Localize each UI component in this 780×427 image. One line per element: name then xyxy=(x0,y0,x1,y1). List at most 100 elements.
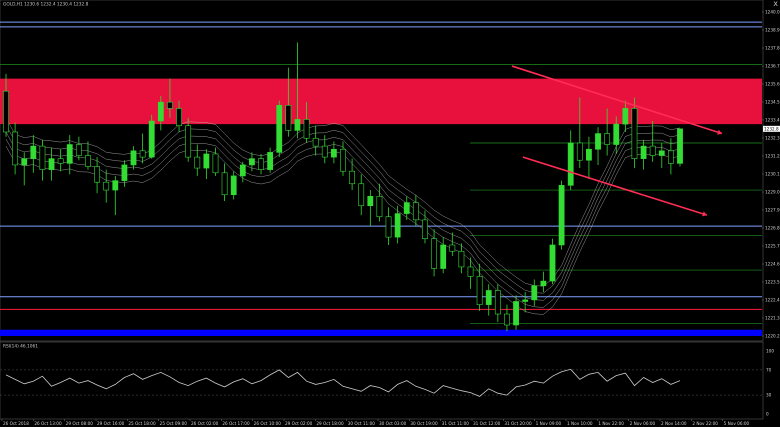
candle-body xyxy=(112,180,119,191)
time-tick-label: 29 Oct 16:00 xyxy=(97,421,125,426)
price-tick-label: 1237.8 xyxy=(765,45,780,50)
time-tick-label: 26 Oct 02:00 xyxy=(191,421,219,426)
price-tick-label: 1223.5 xyxy=(765,279,780,284)
price-panel[interactable] xyxy=(0,0,764,342)
candle-body xyxy=(230,175,237,196)
time-tick-label: 31 Oct 12:00 xyxy=(473,421,501,426)
price-tick-label: 1231.2 xyxy=(765,153,780,158)
candle-body xyxy=(3,90,9,133)
price-tick-label: 1238.9 xyxy=(765,27,780,32)
candle-body xyxy=(385,216,392,238)
candle-body xyxy=(176,108,182,127)
candle-body xyxy=(276,105,283,153)
candle-body xyxy=(549,244,556,282)
current-price-label: 1232.8 xyxy=(764,126,779,131)
candle-body xyxy=(658,150,665,156)
candle-body xyxy=(130,150,137,166)
chart-window[interactable]: 1240.0 1238.9 1237.8 1236.7 1235.6 1234.5 1233… xyxy=(0,0,780,427)
time-tick-label: 29 Oct 02:00 xyxy=(285,421,313,426)
close-icon[interactable]: x xyxy=(773,0,778,8)
candle-body xyxy=(476,276,483,305)
candle-body xyxy=(94,166,100,183)
candle-body xyxy=(330,148,337,158)
price-tick-label: 1225.7 xyxy=(765,243,780,248)
time-tick-label: 31 Oct 20:00 xyxy=(504,421,532,426)
candle-body xyxy=(194,156,201,169)
candle-body xyxy=(485,290,492,305)
candle-body xyxy=(39,145,46,170)
candle-body xyxy=(294,119,301,131)
time-tick-label: 26 Oct 13:00 xyxy=(34,421,62,426)
candle-body xyxy=(103,181,110,191)
candle-body xyxy=(513,301,519,326)
candle-body xyxy=(394,213,401,238)
candle-body xyxy=(558,185,565,246)
candle-body xyxy=(121,164,128,181)
rsi-tick-label: 30 xyxy=(766,393,772,398)
candle-body xyxy=(604,133,611,145)
price-tick-label: 1232.3 xyxy=(765,135,780,140)
candle-body xyxy=(148,120,155,158)
time-tick-label: 5 Nov 06:00 xyxy=(724,421,750,426)
time-tick-label: 26 Oct 2018 xyxy=(3,421,29,426)
indicator-header: RSI(14) 46.1061 xyxy=(3,344,38,350)
price-tick-label: 1234.5 xyxy=(765,99,780,104)
candle-body xyxy=(258,158,264,170)
candle-body xyxy=(340,148,346,172)
time-axis: 26 Oct 2018 26 Oct 13:00 29 Oct 08:00 29 Oc… xyxy=(1,419,750,426)
price-tick-label: 1227.9 xyxy=(765,207,780,212)
candle-body xyxy=(12,131,19,166)
candle-body xyxy=(321,145,328,158)
candle-body xyxy=(567,142,574,186)
candle-body xyxy=(440,244,447,269)
candle-body xyxy=(139,150,146,158)
price-tick-label: 1230.1 xyxy=(765,171,780,176)
time-tick-label: 25 Oct 18:00 xyxy=(128,421,156,426)
candle-body xyxy=(613,123,620,145)
candle-body xyxy=(649,145,656,156)
price-tick-label: 1236.7 xyxy=(765,63,780,68)
price-tick-label: 1220.2 xyxy=(765,333,780,338)
candle-body xyxy=(467,266,474,277)
candle-body xyxy=(48,158,55,170)
candle-body xyxy=(312,137,319,147)
candle-body xyxy=(667,150,674,164)
time-tick-label: 26 Oct 10:00 xyxy=(254,421,282,426)
candle-body xyxy=(595,133,601,150)
price-tick-label: 1224.6 xyxy=(765,261,780,266)
candle-body xyxy=(631,108,638,159)
candle-body xyxy=(576,142,583,161)
candle-body xyxy=(212,153,219,174)
time-tick-label: 29 Oct 08:00 xyxy=(66,421,94,426)
candle-body xyxy=(239,164,246,177)
time-tick-label: 26 Oct 17:00 xyxy=(222,421,250,426)
candle-body xyxy=(522,299,529,302)
candle-body xyxy=(21,158,28,166)
price-tick-label: 1226.8 xyxy=(765,225,780,230)
candle-body xyxy=(403,202,410,214)
price-tick-label: 1222.4 xyxy=(765,297,780,302)
candle-body xyxy=(267,152,274,170)
price-tick-label: 1235.6 xyxy=(765,81,780,86)
price-tick-label: 1233.4 xyxy=(765,117,780,122)
price-axis: 1240.0 1238.9 1237.8 1236.7 1235.6 1234.5 1233… xyxy=(762,9,780,338)
candle-body xyxy=(540,280,547,287)
time-tick-label: 25 Oct 09:00 xyxy=(160,421,188,426)
support-zone xyxy=(0,329,762,336)
candle-body xyxy=(677,128,683,164)
candle-body xyxy=(221,172,228,196)
candle-body xyxy=(622,108,629,125)
candle-body xyxy=(531,285,538,301)
candle-body xyxy=(586,148,592,161)
time-tick-label: 2 Nov 22:00 xyxy=(692,421,718,426)
time-tick-label: 1 Nov 10:00 xyxy=(567,421,593,426)
price-tick-label: 1229.0 xyxy=(765,189,780,194)
candle-body xyxy=(640,145,647,159)
candle-body xyxy=(57,158,64,164)
candle-body xyxy=(449,244,456,252)
candle-body xyxy=(85,155,91,167)
chart-header: GOLD,H1 1230.6 1232.4 1230.4 1232.8 xyxy=(3,2,89,8)
candle-body xyxy=(30,145,37,159)
candle-body xyxy=(303,119,310,139)
rsi-tick-label: 0 xyxy=(766,412,769,417)
